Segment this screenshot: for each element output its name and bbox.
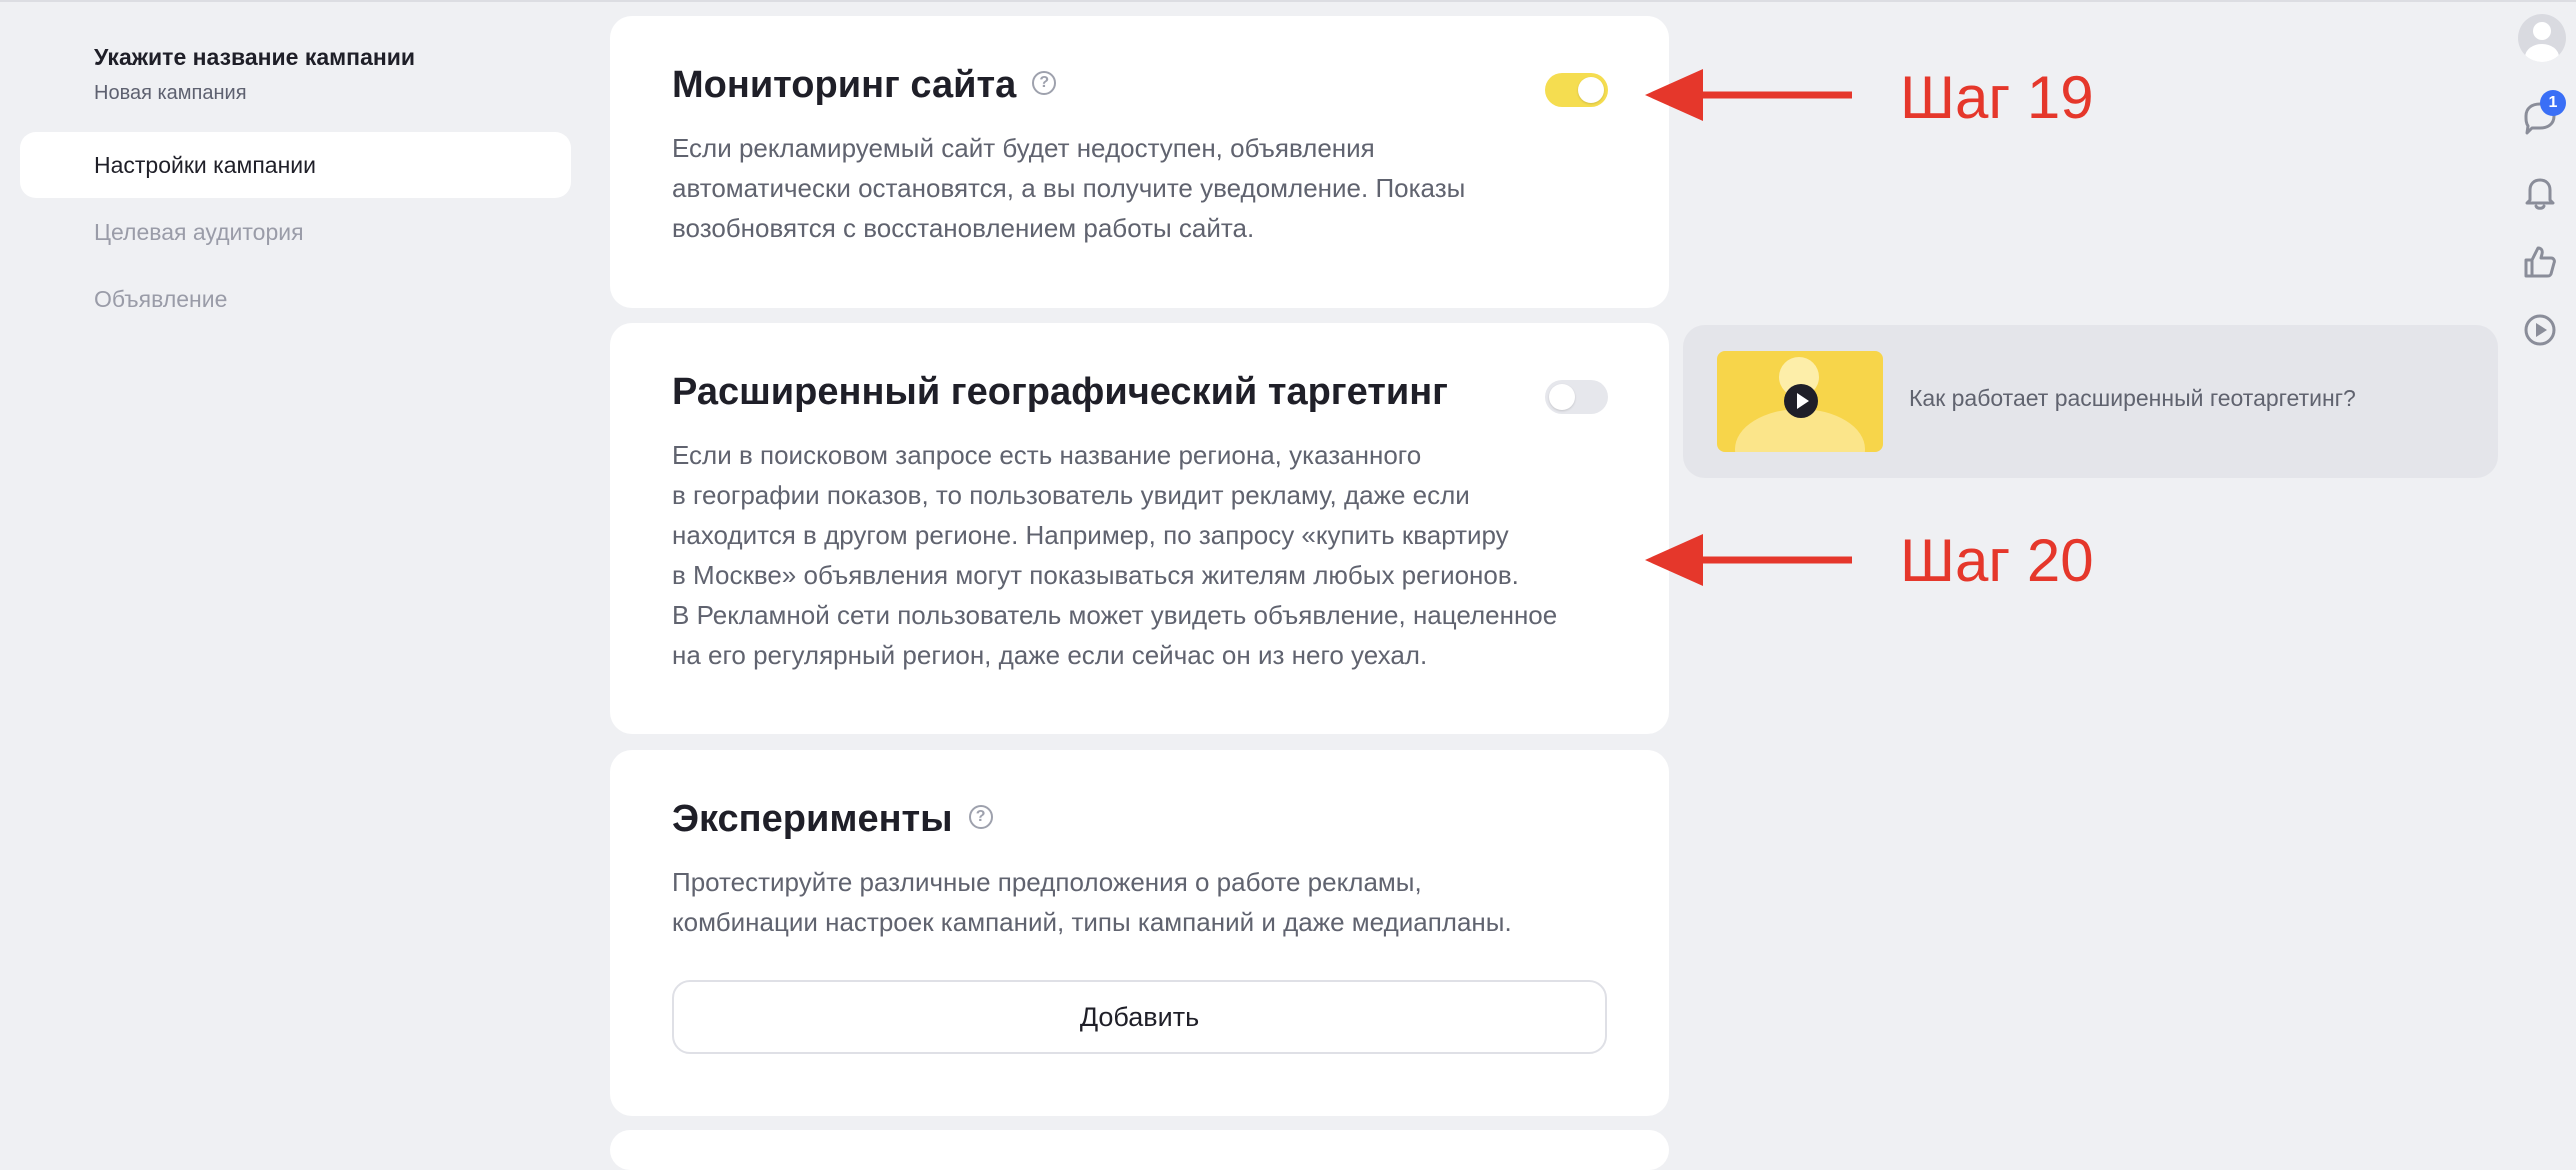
red-arrow-icon bbox=[1645, 69, 1852, 121]
experiments-title: Эксперименты? bbox=[672, 798, 993, 841]
add-experiment-button[interactable]: Добавить bbox=[672, 980, 1607, 1054]
sidebar: Укажите название кампании Новая кампания… bbox=[0, 0, 600, 1138]
avatar-head bbox=[2533, 22, 2551, 40]
bell-icon[interactable] bbox=[2518, 170, 2562, 214]
promo-link-text[interactable]: Как работает расширенный геотаргетинг? bbox=[1909, 385, 2356, 412]
experiments-title-text: Эксперименты bbox=[672, 798, 953, 840]
geo-targeting-card: Расширенный географический таргетинг Есл… bbox=[610, 323, 1669, 734]
site-monitoring-description: Если рекламируемый сайт будет недоступен… bbox=[672, 133, 1466, 243]
avatar-body bbox=[2525, 44, 2559, 62]
video-thumbnail[interactable] bbox=[1717, 351, 1883, 452]
red-arrow-icon bbox=[1645, 534, 1852, 586]
step-19-label: Шаг 19 bbox=[1900, 64, 2094, 131]
site-monitoring-title: Мониторинг сайта? bbox=[672, 64, 1057, 107]
sidebar-item-campaign-settings[interactable]: Настройки кампании bbox=[20, 132, 571, 198]
site-monitoring-title-text: Мониторинг сайта bbox=[672, 64, 1017, 106]
sidebar-item-target-audience[interactable]: Целевая аудитория bbox=[20, 199, 571, 265]
geo-targeting-description: Если в поисковом запросе есть название р… bbox=[672, 440, 1558, 670]
campaign-title[interactable]: Укажите название кампании bbox=[94, 44, 415, 71]
experiments-card: Эксперименты? Протестируйте различные пр… bbox=[610, 750, 1669, 1116]
help-icon[interactable]: ? bbox=[968, 804, 993, 829]
help-icon[interactable]: ? bbox=[1032, 70, 1057, 95]
geo-targeting-toggle[interactable] bbox=[1545, 380, 1608, 414]
toggle-knob bbox=[1578, 77, 1604, 103]
experiments-description: Протестируйте различные предположения о … bbox=[672, 867, 1512, 937]
geo-targeting-title: Расширенный географический таргетинг bbox=[672, 371, 1449, 413]
thumbs-up-icon[interactable] bbox=[2518, 240, 2562, 284]
chat-badge: 1 bbox=[2540, 90, 2566, 116]
geo-video-promo[interactable]: Как работает расширенный геотаргетинг? bbox=[1683, 325, 2498, 478]
play-icon[interactable] bbox=[1784, 384, 1818, 418]
campaign-subtitle: Новая кампания bbox=[94, 82, 247, 104]
play-circle-icon[interactable] bbox=[2518, 308, 2562, 352]
sidebar-item-ad[interactable]: Объявление bbox=[20, 266, 571, 332]
site-monitoring-toggle[interactable] bbox=[1545, 73, 1608, 107]
next-card bbox=[610, 1130, 1669, 1170]
step-20-label: Шаг 20 bbox=[1900, 527, 2094, 594]
avatar[interactable] bbox=[2518, 14, 2566, 62]
toggle-knob bbox=[1549, 384, 1575, 410]
site-monitoring-card: Мониторинг сайта? Если рекламируемый сай… bbox=[610, 16, 1669, 308]
